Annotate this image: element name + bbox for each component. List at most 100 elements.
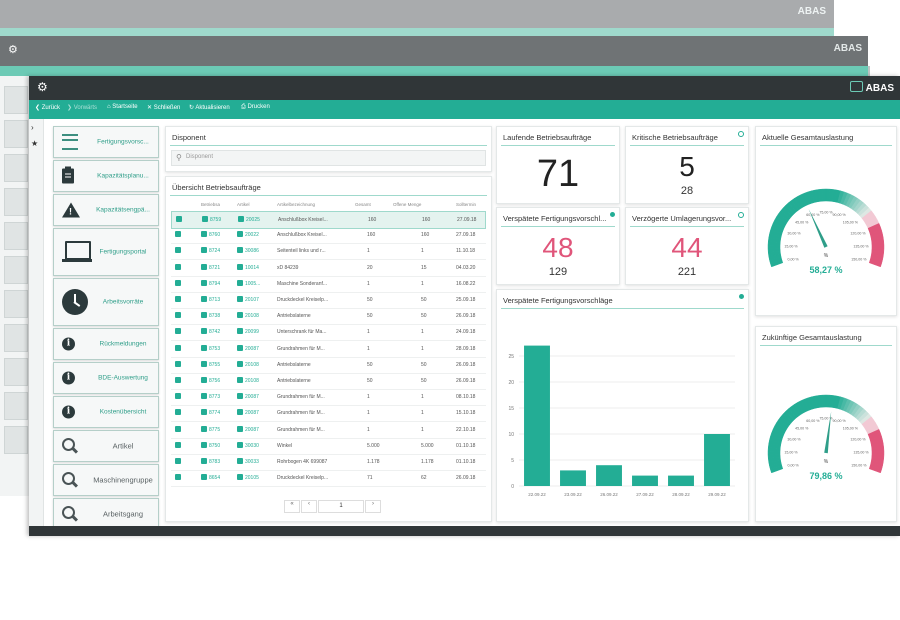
row-checkbox-icon[interactable] bbox=[175, 377, 181, 383]
cell-auftrag[interactable]: 8774 bbox=[209, 410, 220, 416]
row-checkbox-icon[interactable] bbox=[237, 474, 243, 481]
cell-artikel[interactable]: 20108 bbox=[245, 362, 259, 368]
row-checkbox-icon[interactable] bbox=[201, 393, 207, 400]
back-button[interactable]: ❮ Zurück bbox=[35, 104, 60, 111]
cell-artikel[interactable]: 30033 bbox=[245, 459, 259, 465]
row-checkbox-icon[interactable] bbox=[237, 263, 243, 270]
cell-artikel[interactable]: 20107 bbox=[245, 297, 259, 303]
row-checkbox-icon[interactable] bbox=[237, 377, 243, 383]
cell-artikel[interactable]: 10014 bbox=[245, 265, 259, 271]
cell-auftrag[interactable]: 8760 bbox=[209, 232, 220, 238]
column-header[interactable]: Betriebsa bbox=[201, 202, 220, 207]
close-button[interactable]: ✕ Schließen bbox=[147, 104, 180, 111]
row-checkbox-icon[interactable] bbox=[201, 360, 207, 367]
column-header[interactable]: Gesamt bbox=[355, 202, 371, 207]
bar[interactable] bbox=[668, 475, 694, 486]
cell-artikel[interactable]: 30086 bbox=[245, 248, 259, 254]
table-row[interactable]: 8753 20087 Grundrahmen für M... 1 1 28.09.18 bbox=[171, 341, 486, 358]
cell-artikel[interactable]: 20025 bbox=[246, 217, 260, 223]
row-checkbox-icon[interactable] bbox=[201, 474, 207, 481]
expand-icon[interactable]: › bbox=[31, 123, 40, 132]
cell-artikel[interactable]: 30030 bbox=[245, 443, 259, 449]
cell-auftrag[interactable]: 8742 bbox=[209, 329, 220, 335]
row-checkbox-icon[interactable] bbox=[201, 328, 207, 335]
row-checkbox-icon[interactable] bbox=[175, 425, 181, 432]
row-checkbox-icon[interactable] bbox=[175, 263, 181, 270]
row-checkbox-icon[interactable] bbox=[237, 312, 243, 319]
cell-auftrag[interactable]: 8753 bbox=[209, 346, 220, 352]
row-checkbox-icon[interactable] bbox=[237, 344, 243, 351]
table-row[interactable]: 8738 20108 Antriebslaterne 50 50 26.09.18 bbox=[171, 308, 486, 326]
cell-artikel[interactable]: 1005... bbox=[245, 281, 260, 287]
nav-button-1[interactable]: Fertigungsvorsc... bbox=[53, 126, 159, 158]
prev-page-button[interactable]: ‹ bbox=[301, 500, 317, 513]
row-checkbox-icon[interactable] bbox=[237, 296, 243, 302]
table-row[interactable]: 8713 20107 Druckdeckel Kreiselp... 50 50 25.0… bbox=[171, 292, 486, 309]
disponent-search-input[interactable]: ⚲ Disponent bbox=[171, 150, 486, 166]
table-row[interactable]: 8654 20105 Druckdeckel Kreiselp... 71 62 26.0… bbox=[171, 470, 486, 488]
row-checkbox-icon[interactable] bbox=[175, 360, 181, 367]
cell-auftrag[interactable]: 8738 bbox=[209, 313, 220, 319]
cell-auftrag[interactable]: 8759 bbox=[210, 217, 221, 223]
cell-artikel[interactable]: 20087 bbox=[245, 394, 259, 400]
row-checkbox-icon[interactable] bbox=[238, 216, 244, 222]
kpi-kritische[interactable]: Kritische Betriebsaufträge 5 28 bbox=[625, 126, 749, 204]
kpi-verzoegert[interactable]: Verzögerte Umlagerungsvor... 44 221 bbox=[625, 207, 749, 285]
print-button[interactable]: ⎙ Drucken bbox=[241, 104, 270, 111]
row-checkbox-icon[interactable] bbox=[201, 296, 207, 302]
cell-auftrag[interactable]: 8755 bbox=[209, 362, 220, 368]
row-checkbox-icon[interactable] bbox=[175, 231, 181, 238]
row-checkbox-icon[interactable] bbox=[175, 458, 181, 464]
row-checkbox-icon[interactable] bbox=[237, 393, 243, 400]
table-row[interactable]: 8755 20108 Antriebslaterne 50 50 26.09.18 bbox=[171, 357, 486, 374]
row-checkbox-icon[interactable] bbox=[201, 279, 207, 286]
row-checkbox-icon[interactable] bbox=[201, 458, 207, 464]
table-row[interactable]: 8783 30033 Rohrbogen 4K 699087 1.178 1.178 01… bbox=[171, 454, 486, 471]
column-header[interactable]: Offene Menge bbox=[393, 202, 421, 207]
row-checkbox-icon[interactable] bbox=[175, 409, 181, 416]
forward-button[interactable]: ❯ Vorwärts bbox=[67, 104, 97, 111]
table-row[interactable]: 8760 20022 Anschlußbox Kreisel... 160 160 27.… bbox=[171, 227, 486, 245]
cell-artikel[interactable]: 20087 bbox=[245, 427, 259, 433]
table-row[interactable]: 8773 20087 Grundrahmen für M... 1 1 08.10.18 bbox=[171, 389, 486, 407]
table-row[interactable]: 8742 20099 Unterschrank für Ma... 1 1 24.09.1… bbox=[171, 324, 486, 342]
cell-auftrag[interactable]: 8713 bbox=[209, 297, 220, 303]
row-checkbox-icon[interactable] bbox=[201, 441, 207, 448]
cell-artikel[interactable]: 20099 bbox=[245, 329, 259, 335]
cell-auftrag[interactable]: 8775 bbox=[209, 427, 220, 433]
bar[interactable] bbox=[560, 470, 586, 486]
nav-button-8[interactable]: i Kostenübersicht bbox=[53, 396, 159, 428]
column-header[interactable]: Solltermin bbox=[456, 202, 476, 207]
favorite-star-icon[interactable]: ★ bbox=[31, 139, 40, 148]
row-checkbox-icon[interactable] bbox=[237, 360, 243, 367]
nav-button-10[interactable]: Maschinengruppe bbox=[53, 464, 159, 496]
row-checkbox-icon[interactable] bbox=[237, 425, 243, 432]
cell-artikel[interactable]: 20087 bbox=[245, 410, 259, 416]
bar[interactable] bbox=[596, 465, 622, 486]
table-row[interactable]: 8775 20087 Grundrahmen für M... 1 1 22.10.18 bbox=[171, 422, 486, 439]
nav-button-4[interactable]: Fertigungsportal bbox=[53, 228, 159, 276]
row-checkbox-icon[interactable] bbox=[201, 312, 207, 319]
next-page-button[interactable]: › bbox=[365, 500, 381, 513]
nav-button-9[interactable]: Artikel bbox=[53, 430, 159, 462]
nav-button-2[interactable]: Kapazitätsplanu... bbox=[53, 160, 159, 192]
nav-button-5[interactable]: Arbeitsvorräte bbox=[53, 278, 159, 326]
table-row[interactable]: 8724 30086 Seitenteil links und r... 1 1 11.1… bbox=[171, 243, 486, 261]
table-row[interactable]: 8794 1005... Maschine Sonderanf... 1 1 16.08.… bbox=[171, 276, 486, 293]
cell-artikel[interactable]: 20108 bbox=[245, 378, 259, 384]
cell-artikel[interactable]: 20087 bbox=[245, 346, 259, 352]
cell-artikel[interactable]: 20022 bbox=[245, 232, 259, 238]
row-checkbox-icon[interactable] bbox=[175, 393, 181, 400]
cell-auftrag[interactable]: 8756 bbox=[209, 378, 220, 384]
row-checkbox-icon[interactable] bbox=[176, 216, 182, 222]
row-checkbox-icon[interactable] bbox=[201, 425, 207, 432]
row-checkbox-icon[interactable] bbox=[175, 441, 181, 448]
table-row[interactable]: 8756 20108 Antriebslaterne 50 50 26.09.18 bbox=[171, 373, 486, 390]
cell-auftrag[interactable]: 8794 bbox=[209, 281, 220, 287]
row-checkbox-icon[interactable] bbox=[175, 279, 181, 286]
bar[interactable] bbox=[632, 475, 658, 486]
row-checkbox-icon[interactable] bbox=[202, 216, 208, 222]
row-checkbox-icon[interactable] bbox=[237, 441, 243, 448]
settings-gear-icon[interactable]: ⚙ bbox=[37, 80, 48, 94]
refresh-button[interactable]: ↻ Aktualisieren bbox=[189, 104, 230, 111]
